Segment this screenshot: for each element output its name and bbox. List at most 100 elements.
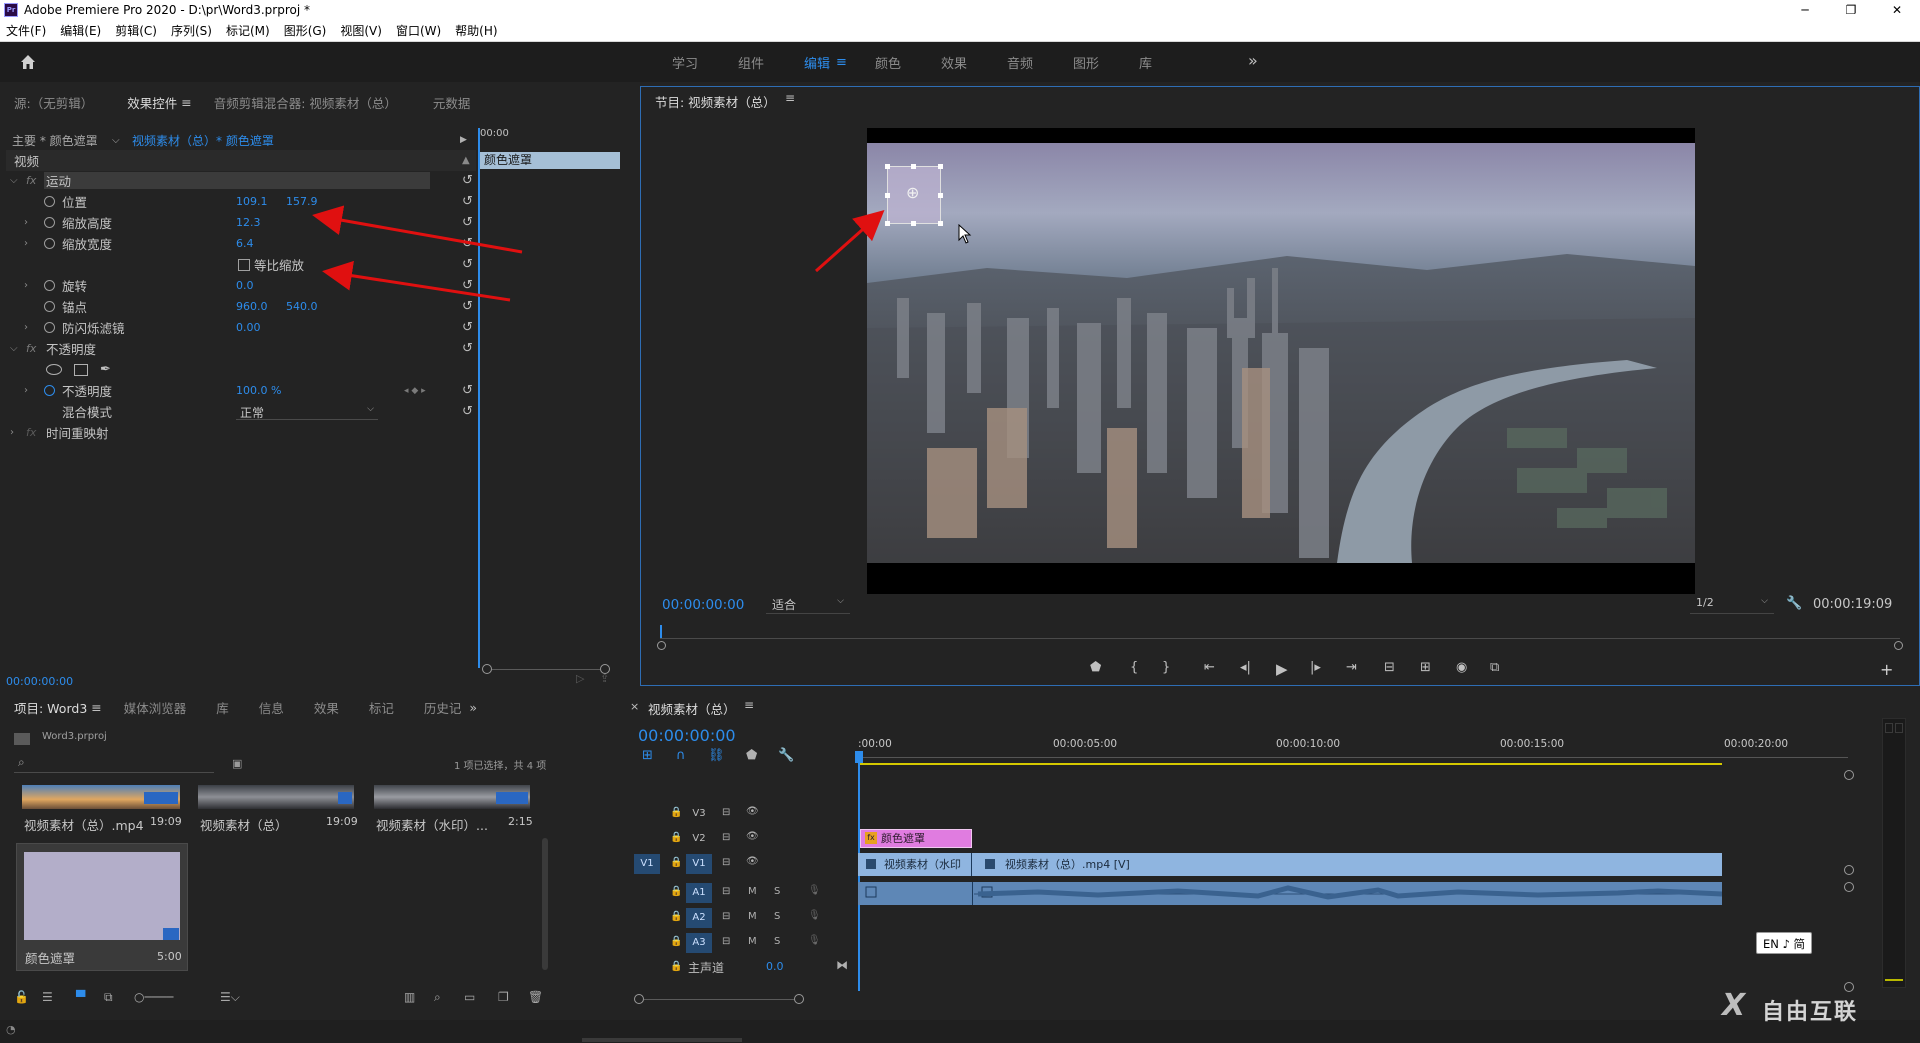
tab-effect-controls[interactable]: 效果控件: [127, 93, 177, 112]
lock-icon[interactable]: 🔒: [670, 911, 682, 922]
lock-icon[interactable]: 🔒: [670, 961, 682, 972]
horizontal-zoom-bar[interactable]: [644, 999, 794, 1000]
scale-height-value[interactable]: 12.3: [236, 216, 261, 229]
flicker-value[interactable]: 0.00: [236, 321, 261, 334]
new-bin-icon[interactable]: ▭: [464, 990, 475, 1004]
anchor-x-value[interactable]: 960.0: [236, 300, 268, 313]
reset-icon[interactable]: ↺: [462, 341, 473, 356]
blend-mode-select[interactable]: 正常 ⌵: [236, 404, 378, 420]
anchor-crosshair-icon[interactable]: ⊕: [906, 183, 919, 202]
master-volume-value[interactable]: 0.0: [766, 960, 784, 973]
sync-icon[interactable]: ⊟: [722, 886, 730, 897]
reset-icon[interactable]: ↺: [462, 215, 473, 230]
zoom-handle-left[interactable]: [657, 641, 666, 650]
stopwatch-icon[interactable]: [44, 301, 55, 312]
reset-icon[interactable]: ↺: [462, 299, 473, 314]
fx-icon[interactable]: fx: [26, 342, 36, 355]
lock-icon[interactable]: 🔒: [670, 886, 682, 897]
workspace-effects[interactable]: 效果: [941, 53, 967, 72]
reset-icon[interactable]: ↺: [462, 173, 473, 188]
new-item-icon[interactable]: ❐: [498, 990, 509, 1004]
more-workspaces-icon[interactable]: »: [1248, 51, 1258, 70]
item-name[interactable]: 视频素材（总）.mp4: [24, 815, 144, 834]
chevron-down-icon[interactable]: ⌵: [112, 135, 120, 146]
stopwatch-icon[interactable]: [44, 385, 55, 396]
solo-button[interactable]: S: [774, 911, 780, 922]
collapse-icon[interactable]: ⌵: [10, 343, 18, 354]
panel-menu-icon[interactable]: ≡: [181, 95, 191, 110]
menu-markers[interactable]: 标记(M): [226, 22, 270, 39]
opacity-effect-row[interactable]: ⌵ fx 不透明度 ↺: [6, 338, 476, 359]
expand-icon[interactable]: ›: [24, 322, 28, 333]
resize-handle[interactable]: [938, 221, 943, 226]
workspace-libraries[interactable]: 库: [1139, 53, 1152, 72]
scroll-up-icon[interactable]: ▲: [462, 155, 470, 166]
sort-icon[interactable]: ☰⌵: [220, 990, 240, 1005]
collapse-icon[interactable]: ⌵: [10, 175, 18, 186]
go-to-end-icon[interactable]: ⧓: [836, 958, 848, 972]
tab-media-browser[interactable]: 媒体浏览器: [124, 698, 187, 717]
status-scrollbar[interactable]: [582, 1038, 742, 1042]
expand-icon[interactable]: ›: [24, 385, 28, 396]
reset-icon[interactable]: ↺: [462, 383, 473, 398]
ec-footer-timecode[interactable]: 00:00:00:00: [6, 675, 73, 688]
tab-info[interactable]: 信息: [259, 698, 284, 717]
workspace-learn[interactable]: 学习: [672, 53, 698, 72]
item-name[interactable]: 颜色遮罩: [25, 948, 75, 967]
resize-handle[interactable]: [938, 164, 943, 169]
tab-libraries[interactable]: 库: [216, 698, 229, 717]
stopwatch-icon[interactable]: [44, 217, 55, 228]
workspace-editing[interactable]: 编辑: [804, 53, 830, 72]
expand-icon[interactable]: ›: [10, 427, 14, 438]
menu-graphics[interactable]: 图形(G): [284, 22, 327, 39]
tab-source[interactable]: 源:（无剪辑）: [14, 93, 93, 112]
anchor-y-value[interactable]: 540.0: [286, 300, 318, 313]
home-icon[interactable]: [18, 52, 38, 72]
track-label[interactable]: V3: [686, 804, 712, 824]
go-to-in-icon[interactable]: ⇤: [1204, 660, 1215, 675]
reset-icon[interactable]: ↺: [462, 404, 473, 419]
uniform-scale-checkbox[interactable]: [238, 258, 250, 271]
go-to-out-icon[interactable]: ⇥: [1346, 660, 1357, 675]
resize-handle[interactable]: [885, 164, 890, 169]
lock-icon[interactable]: 🔓: [14, 990, 29, 1004]
close-tab-icon[interactable]: ×: [630, 700, 639, 713]
clip-video-total[interactable]: 视频素材（总）.mp4 [V]: [973, 853, 1722, 876]
mini-playhead[interactable]: [478, 128, 480, 668]
tab-history[interactable]: 历史记: [424, 698, 462, 717]
reset-icon[interactable]: ↺: [462, 257, 473, 272]
mark-in-icon[interactable]: {: [1130, 660, 1138, 675]
program-playhead[interactable]: [660, 625, 662, 639]
zoom-handle-left[interactable]: [634, 994, 644, 1004]
reset-icon[interactable]: ↺: [462, 278, 473, 293]
menu-clip[interactable]: 剪辑(C): [115, 22, 157, 39]
microphone-icon[interactable]: 🎙: [808, 910, 821, 921]
workspace-menu-icon[interactable]: ≡: [836, 55, 847, 70]
pen-mask-icon[interactable]: ✒: [100, 362, 111, 377]
menu-help[interactable]: 帮助(H): [455, 22, 497, 39]
automate-icon[interactable]: ▥: [404, 990, 415, 1004]
filter-icon[interactable]: ▷: [576, 672, 584, 685]
opacity-value[interactable]: 100.0 %: [236, 384, 281, 397]
export-frame-icon[interactable]: ◉: [1456, 660, 1467, 675]
sequence-clip-label[interactable]: 视频素材（总）* 颜色遮罩: [132, 132, 274, 149]
timeline-title[interactable]: 视频素材（总）: [648, 699, 736, 718]
menu-sequence[interactable]: 序列(S): [171, 22, 212, 39]
snap-icon[interactable]: ∩: [676, 748, 686, 763]
reset-icon[interactable]: ↺: [462, 194, 473, 209]
eye-icon[interactable]: 👁: [746, 831, 759, 842]
reset-icon[interactable]: ↺: [462, 236, 473, 251]
tab-audio-clip-mixer[interactable]: 音频剪辑混合器: 视频素材（总）: [214, 93, 397, 112]
tab-project[interactable]: 项目: Word3: [14, 698, 87, 717]
list-view-icon[interactable]: ☰: [42, 990, 53, 1004]
freeform-view-icon[interactable]: ⧉: [104, 990, 113, 1005]
zoom-handle-right[interactable]: [794, 994, 804, 1004]
position-x-value[interactable]: 109.1: [236, 195, 268, 208]
zoom-slider-icon[interactable]: ○────: [134, 990, 173, 1004]
step-forward-icon[interactable]: |▸: [1310, 660, 1321, 675]
export-icon[interactable]: ⇪: [600, 672, 609, 685]
lock-icon[interactable]: 🔒: [670, 857, 682, 868]
stopwatch-icon[interactable]: [44, 196, 55, 207]
work-area-bar[interactable]: [858, 763, 1722, 765]
rectangle-mask-icon[interactable]: [74, 363, 88, 376]
